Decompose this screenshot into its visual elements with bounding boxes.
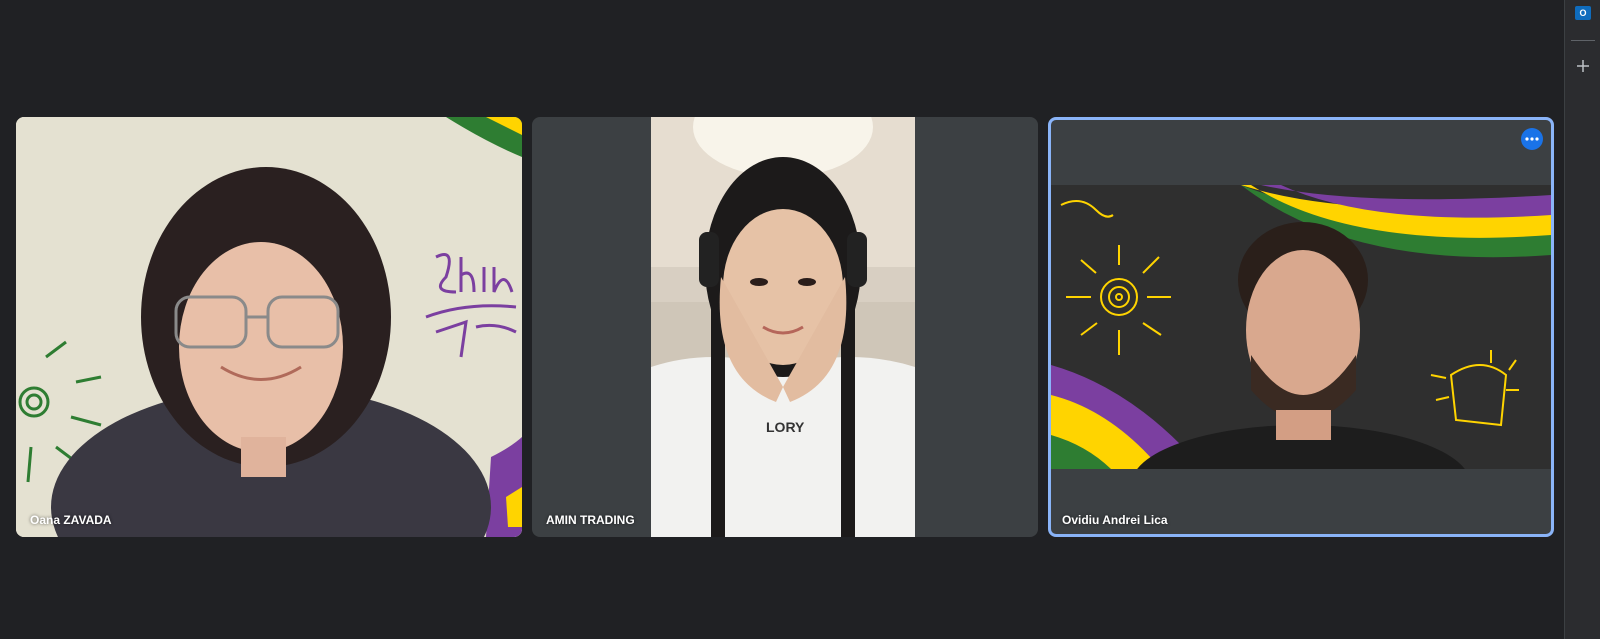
participant-name-2: AMIN TRADING [546,513,635,527]
video-frame-1 [16,117,522,537]
participant-name-3: Ovidiu Andrei Lica [1062,513,1168,527]
video-frame-2: LORY [651,117,915,537]
divider [1571,40,1595,41]
participant-name-1: Oana ZAVADA [30,513,112,527]
plus-icon[interactable] [1575,58,1591,74]
participant-tile-2[interactable]: LORY AMIN TRADING [532,117,1038,537]
side-panel: O [1564,0,1600,639]
svg-text:LORY: LORY [766,419,805,435]
outlook-icon[interactable]: O [1575,6,1591,20]
more-horiz-icon [1525,137,1539,141]
participant-video-3 [1051,185,1551,469]
participant-tile-3[interactable]: Ovidiu Andrei Lica [1048,117,1554,537]
more-options-button[interactable] [1521,128,1543,150]
participant-video-2: LORY [651,117,915,537]
participant-video-1 [16,117,522,537]
participant-tile-1[interactable]: Oana ZAVADA [16,117,522,537]
video-frame-3 [1051,185,1551,469]
meeting-stage: Oana ZAVADA LORY AMIN TRADING Ovidiu And… [0,0,1564,639]
